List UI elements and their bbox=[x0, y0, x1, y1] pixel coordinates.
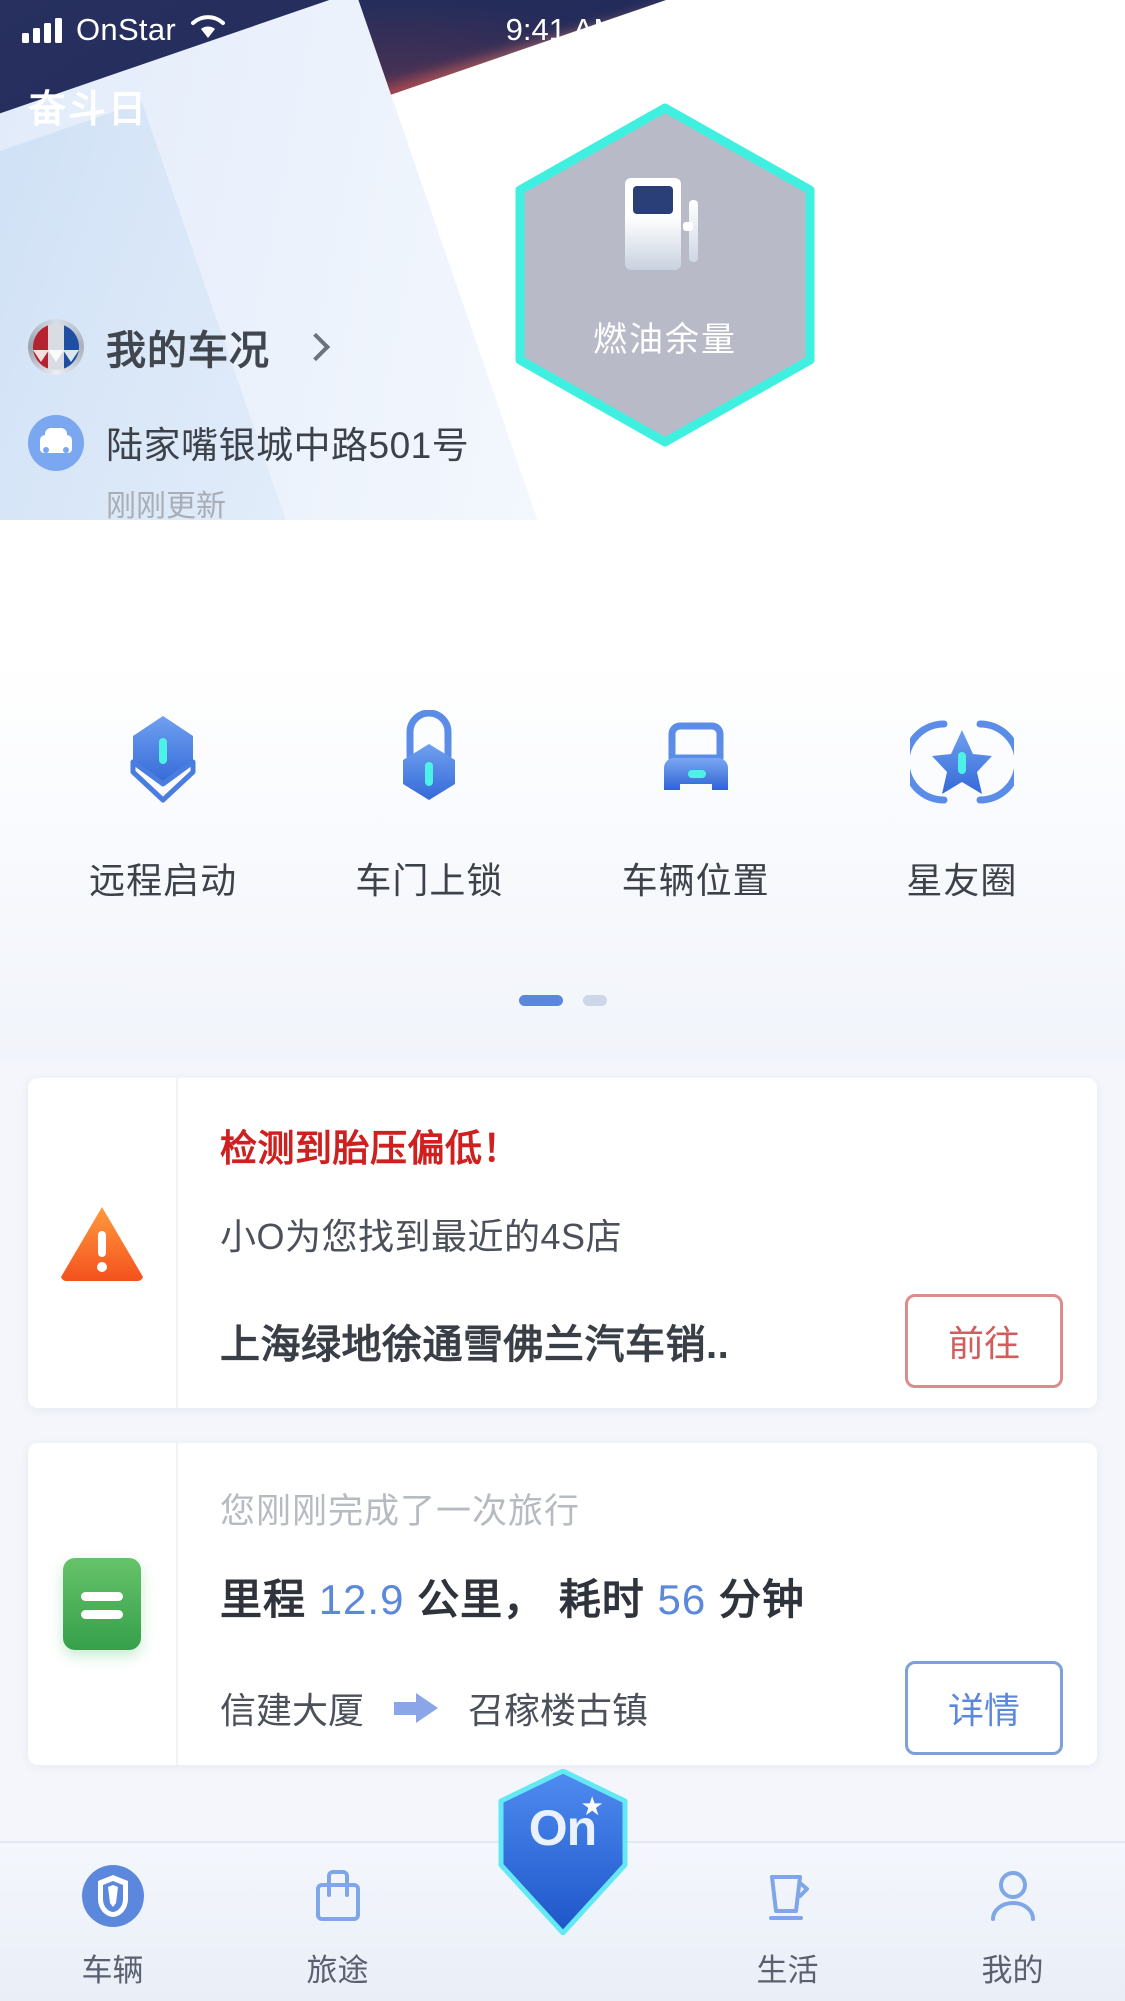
app-root: OnStar 9:41 AM 100% 奋斗日 燃油余量 我的车况 陆家嘴银城中… bbox=[0, 0, 1125, 2001]
tab-trip[interactable]: 旅途 bbox=[225, 1863, 450, 1990]
pager-dot-active[interactable] bbox=[518, 995, 563, 1006]
chevron-right-icon bbox=[301, 332, 331, 362]
navigate-button[interactable]: 前往 bbox=[904, 1294, 1063, 1388]
vehicle-location-updated: 刚刚更新 bbox=[106, 490, 226, 523]
trip-duration-value: 56 bbox=[657, 1576, 707, 1623]
trip-distance-value: 12.9 bbox=[318, 1576, 405, 1623]
buick-logo-icon bbox=[28, 319, 84, 375]
tab-label: 车辆 bbox=[81, 1953, 144, 1988]
trip-card-icon-column bbox=[28, 1443, 178, 1765]
trip-summary-line: 里程 12.9 公里， 耗时 56 分钟 bbox=[220, 1566, 1063, 1627]
tab-mine[interactable]: 我的 bbox=[900, 1863, 1125, 1990]
star-icon: ★ bbox=[580, 1791, 604, 1821]
my-vehicle-status-label: 我的车况 bbox=[106, 329, 270, 373]
trip-card-body: 您刚刚完成了一次旅行 里程 12.9 公里， 耗时 56 分钟 信建大厦 召稼楼… bbox=[178, 1443, 1097, 1765]
alert-dealer-row: 上海绿地徐通雪佛兰汽车销.. 前往 bbox=[220, 1294, 1063, 1388]
quick-action-remote-start[interactable]: 远程启动 bbox=[30, 710, 296, 904]
tire-pressure-alert-card[interactable]: 检测到胎压偏低！ 小O为您找到最近的4S店 上海绿地徐通雪佛兰汽车销.. 前往 bbox=[28, 1078, 1097, 1408]
star-circle-icon bbox=[902, 710, 1022, 814]
bag-icon bbox=[305, 1863, 371, 1929]
fuel-pump-icon bbox=[625, 178, 705, 270]
quick-actions-section: 远程启动 车门上锁 车辆位置 星友圈 bbox=[0, 660, 1125, 1060]
vehicle-shield-icon bbox=[80, 1863, 146, 1929]
vehicle-location-icon bbox=[644, 710, 748, 814]
remote-start-icon bbox=[111, 710, 215, 814]
quick-action-vehicle-location[interactable]: 车辆位置 bbox=[563, 710, 829, 904]
cup-icon bbox=[755, 1863, 821, 1929]
tab-label: 生活 bbox=[756, 1953, 819, 1988]
bottom-tab-bar: 车辆 旅途 On ★ 生活 我的 bbox=[0, 1769, 1125, 2001]
carousel-pager[interactable] bbox=[0, 995, 1125, 1006]
alert-subtitle: 小O为您找到最近的4S店 bbox=[220, 1216, 623, 1257]
car-location-icon bbox=[28, 415, 84, 471]
trip-destination: 召稼楼古镇 bbox=[468, 1690, 649, 1731]
clock-label: 9:41 AM bbox=[505, 12, 620, 47]
alert-card-body: 检测到胎压偏低！ 小O为您找到最近的4S店 上海绿地徐通雪佛兰汽车销.. 前往 bbox=[178, 1078, 1097, 1408]
alert-dealer-name: 上海绿地徐通雪佛兰汽车销.. bbox=[220, 1323, 730, 1367]
trip-detail-button[interactable]: 详情 bbox=[904, 1661, 1063, 1755]
status-bar: OnStar 9:41 AM 100% bbox=[0, 0, 1125, 60]
tab-life[interactable]: 生活 bbox=[675, 1863, 900, 1990]
tab-vehicle[interactable]: 车辆 bbox=[0, 1863, 225, 1990]
warning-triangle-icon bbox=[59, 1205, 145, 1281]
hero-bottom-mask bbox=[0, 520, 1125, 660]
arrow-right-icon bbox=[394, 1693, 439, 1723]
trip-duration-prefix: 耗时 bbox=[558, 1576, 645, 1623]
person-icon bbox=[980, 1863, 1046, 1929]
quick-actions-row: 远程启动 车门上锁 车辆位置 星友圈 bbox=[0, 660, 1125, 904]
quick-action-door-lock[interactable]: 车门上锁 bbox=[296, 709, 562, 904]
vehicle-location-row[interactable]: 陆家嘴银城中路501号 刚刚更新 bbox=[28, 415, 469, 525]
trip-distance-prefix: 里程 bbox=[220, 1576, 307, 1623]
trip-heading: 您刚刚完成了一次旅行 bbox=[220, 1492, 581, 1531]
hexagon-outline-icon bbox=[515, 103, 815, 447]
fuel-level-tile[interactable]: 燃油余量 bbox=[505, 100, 825, 450]
trip-duration-unit: 分钟 bbox=[718, 1576, 805, 1623]
quick-action-star-circle[interactable]: 星友圈 bbox=[829, 710, 1095, 904]
vehicle-location-text: 陆家嘴银城中路501号 刚刚更新 bbox=[106, 415, 469, 525]
my-vehicle-status-row[interactable]: 我的车况 bbox=[28, 318, 331, 376]
trip-summary-card[interactable]: 您刚刚完成了一次旅行 里程 12.9 公里， 耗时 56 分钟 信建大厦 召稼楼… bbox=[28, 1443, 1097, 1765]
trip-distance-unit: 公里， bbox=[417, 1576, 547, 1623]
battery-icon bbox=[1045, 16, 1108, 44]
alert-title: 检测到胎压偏低！ bbox=[220, 1128, 520, 1169]
onstar-label: On bbox=[528, 1800, 597, 1856]
tab-label: 我的 bbox=[981, 1953, 1044, 1988]
trip-route-row: 信建大厦 召稼楼古镇 详情 bbox=[220, 1661, 1063, 1755]
quick-action-label: 车门上锁 bbox=[355, 860, 504, 901]
pager-dot-inactive[interactable] bbox=[582, 995, 607, 1006]
page-title: 奋斗日 bbox=[28, 89, 149, 131]
quick-action-label: 星友圈 bbox=[906, 860, 1018, 901]
trip-log-icon bbox=[63, 1558, 141, 1650]
trip-route: 信建大厦 召稼楼古镇 bbox=[220, 1682, 648, 1734]
tab-label: 旅途 bbox=[306, 1953, 369, 1988]
quick-action-label: 远程启动 bbox=[89, 860, 238, 901]
quick-action-label: 车辆位置 bbox=[621, 860, 770, 901]
vehicle-address: 陆家嘴银城中路501号 bbox=[106, 425, 470, 466]
trip-origin: 信建大厦 bbox=[220, 1690, 365, 1731]
onstar-pin-icon[interactable]: On ★ bbox=[493, 1769, 633, 1935]
door-lock-icon bbox=[377, 709, 481, 814]
fuel-level-label: 燃油余量 bbox=[593, 321, 737, 359]
alert-card-icon-column bbox=[28, 1078, 178, 1408]
